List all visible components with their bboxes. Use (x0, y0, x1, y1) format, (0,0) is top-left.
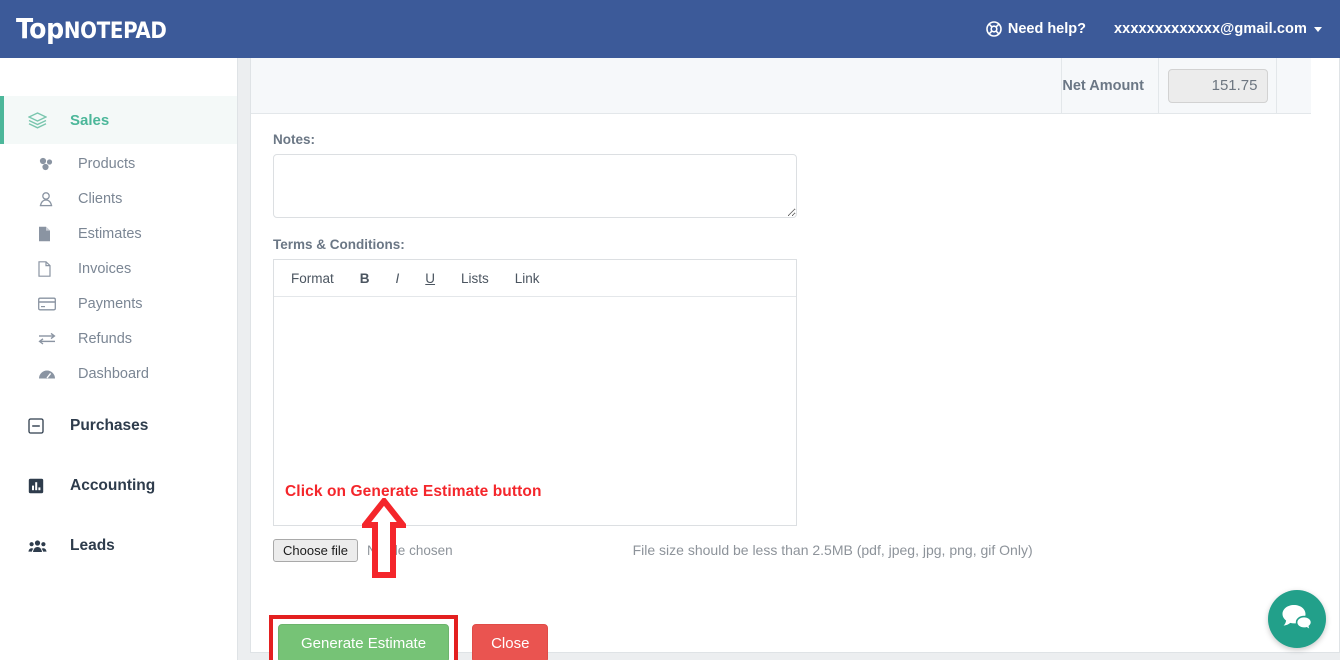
gauge-icon (38, 367, 64, 381)
notes-label: Notes: (273, 132, 316, 147)
terms-label: Terms & Conditions: (273, 237, 405, 252)
editor-toolbar: Format B I U Lists Link (274, 260, 796, 297)
users-icon (28, 539, 54, 553)
sidebar-item-estimates[interactable]: Estimates (0, 216, 237, 251)
user-account-menu[interactable]: xxxxxxxxxxxxx@gmail.com (1114, 21, 1322, 37)
sidebar-item-label: Clients (78, 190, 123, 207)
sidebar-item-sales[interactable]: Sales (0, 96, 237, 144)
chat-bubbles-icon (1281, 603, 1314, 636)
annotation-instruction-text: Click on Generate Estimate button (285, 483, 542, 500)
file-outline-icon (38, 260, 64, 277)
bar-chart-icon (28, 478, 54, 494)
sidebar-item-label: Products (78, 155, 136, 172)
need-help-label: Need help? (1007, 21, 1086, 37)
credit-card-icon (38, 297, 64, 311)
estimate-form-card: Net Amount Notes: Terms & Conditions: Fo… (250, 57, 1340, 660)
sidebar-item-clients[interactable]: Clients (0, 181, 237, 216)
sidebar-subitems-sales: Products Clients Estimates Invoices Paym… (0, 146, 237, 391)
sidebar-item-label: Refunds (78, 330, 133, 347)
cubes-icon (38, 156, 64, 171)
attachment-row: Choose file No file chosen File size sho… (273, 537, 1339, 563)
app-logo[interactable]: TopNotepad (16, 12, 167, 45)
close-button[interactable]: Close (472, 624, 549, 660)
editor-underline-button[interactable]: U (425, 271, 435, 286)
net-amount-spacer-cell (251, 57, 1063, 114)
sidebar-item-label: Sales (70, 111, 110, 129)
chat-widget-button[interactable] (1268, 590, 1326, 648)
net-amount-label: Net Amount (1062, 57, 1159, 114)
sidebar-item-refunds[interactable]: Refunds (0, 321, 237, 356)
sidebar-item-invoices[interactable]: Invoices (0, 251, 237, 286)
sidebar-item-payments[interactable]: Payments (0, 286, 237, 321)
editor-lists-button[interactable]: Lists (461, 271, 489, 286)
top-header-bar: TopNotepad Need help? xxxxxxxxxxxxx (0, 0, 1340, 58)
sidebar-item-label: Leads (70, 537, 115, 554)
header-right-group: Need help? xxxxxxxxxxxxx@gmail.com (986, 21, 1322, 37)
form-actions: Generate Estimate Close (269, 615, 1339, 660)
up-arrow-annotation-icon (358, 496, 410, 578)
sidebar-nav: Sales Products Clients Estimates Invoice… (0, 58, 238, 660)
notes-textarea[interactable] (273, 154, 797, 218)
user-icon (38, 191, 64, 207)
exchange-icon (38, 332, 64, 345)
editor-link-button[interactable]: Link (515, 271, 540, 286)
file-filled-icon (38, 226, 64, 242)
sidebar-item-label: Dashboard (78, 365, 149, 382)
net-amount-input[interactable] (1167, 68, 1268, 103)
sidebar-item-label: Purchases (70, 417, 149, 434)
estimate-form-fields: Notes: Terms & Conditions: Format B I U … (251, 114, 1339, 660)
lifebuoy-icon (986, 21, 1002, 37)
sidebar-item-purchases[interactable]: Purchases (0, 401, 237, 451)
editor-italic-button[interactable]: I (396, 271, 400, 286)
net-amount-row: Net Amount (251, 57, 1311, 114)
user-email-label: xxxxxxxxxxxxx@gmail.com (1114, 21, 1307, 37)
need-help-link[interactable]: Need help? (986, 21, 1086, 37)
sidebar-item-leads[interactable]: Leads (0, 521, 237, 571)
file-size-hint: File size should be less than 2.5MB (pdf… (632, 542, 1033, 558)
sidebar-item-dashboard[interactable]: Dashboard (0, 356, 237, 391)
sidebar-item-label: Invoices (78, 260, 132, 277)
sidebar-item-accounting[interactable]: Accounting (0, 461, 237, 511)
sidebar-item-products[interactable]: Products (0, 146, 237, 181)
editor-format-button[interactable]: Format (291, 271, 334, 286)
minus-square-icon (28, 418, 54, 434)
net-amount-cell (1159, 57, 1277, 114)
generate-estimate-highlight-box: Generate Estimate (269, 615, 459, 660)
sidebar-item-label: Accounting (70, 477, 156, 494)
logo-text-notepad: Notepad (63, 19, 167, 44)
app-root: TopNotepad Need help? xxxxxxxxxxxxx (0, 0, 1340, 660)
logo-text-top: Top (16, 12, 64, 45)
generate-estimate-button[interactable]: Generate Estimate (278, 624, 450, 660)
layers-icon (28, 111, 54, 129)
sidebar-item-label: Estimates (78, 225, 142, 242)
net-amount-tail-cell (1277, 58, 1311, 114)
chevron-down-icon (1314, 26, 1322, 32)
choose-file-button[interactable]: Choose file (273, 538, 359, 562)
editor-bold-button[interactable]: B (360, 271, 370, 286)
sidebar-item-label: Payments (78, 295, 143, 312)
